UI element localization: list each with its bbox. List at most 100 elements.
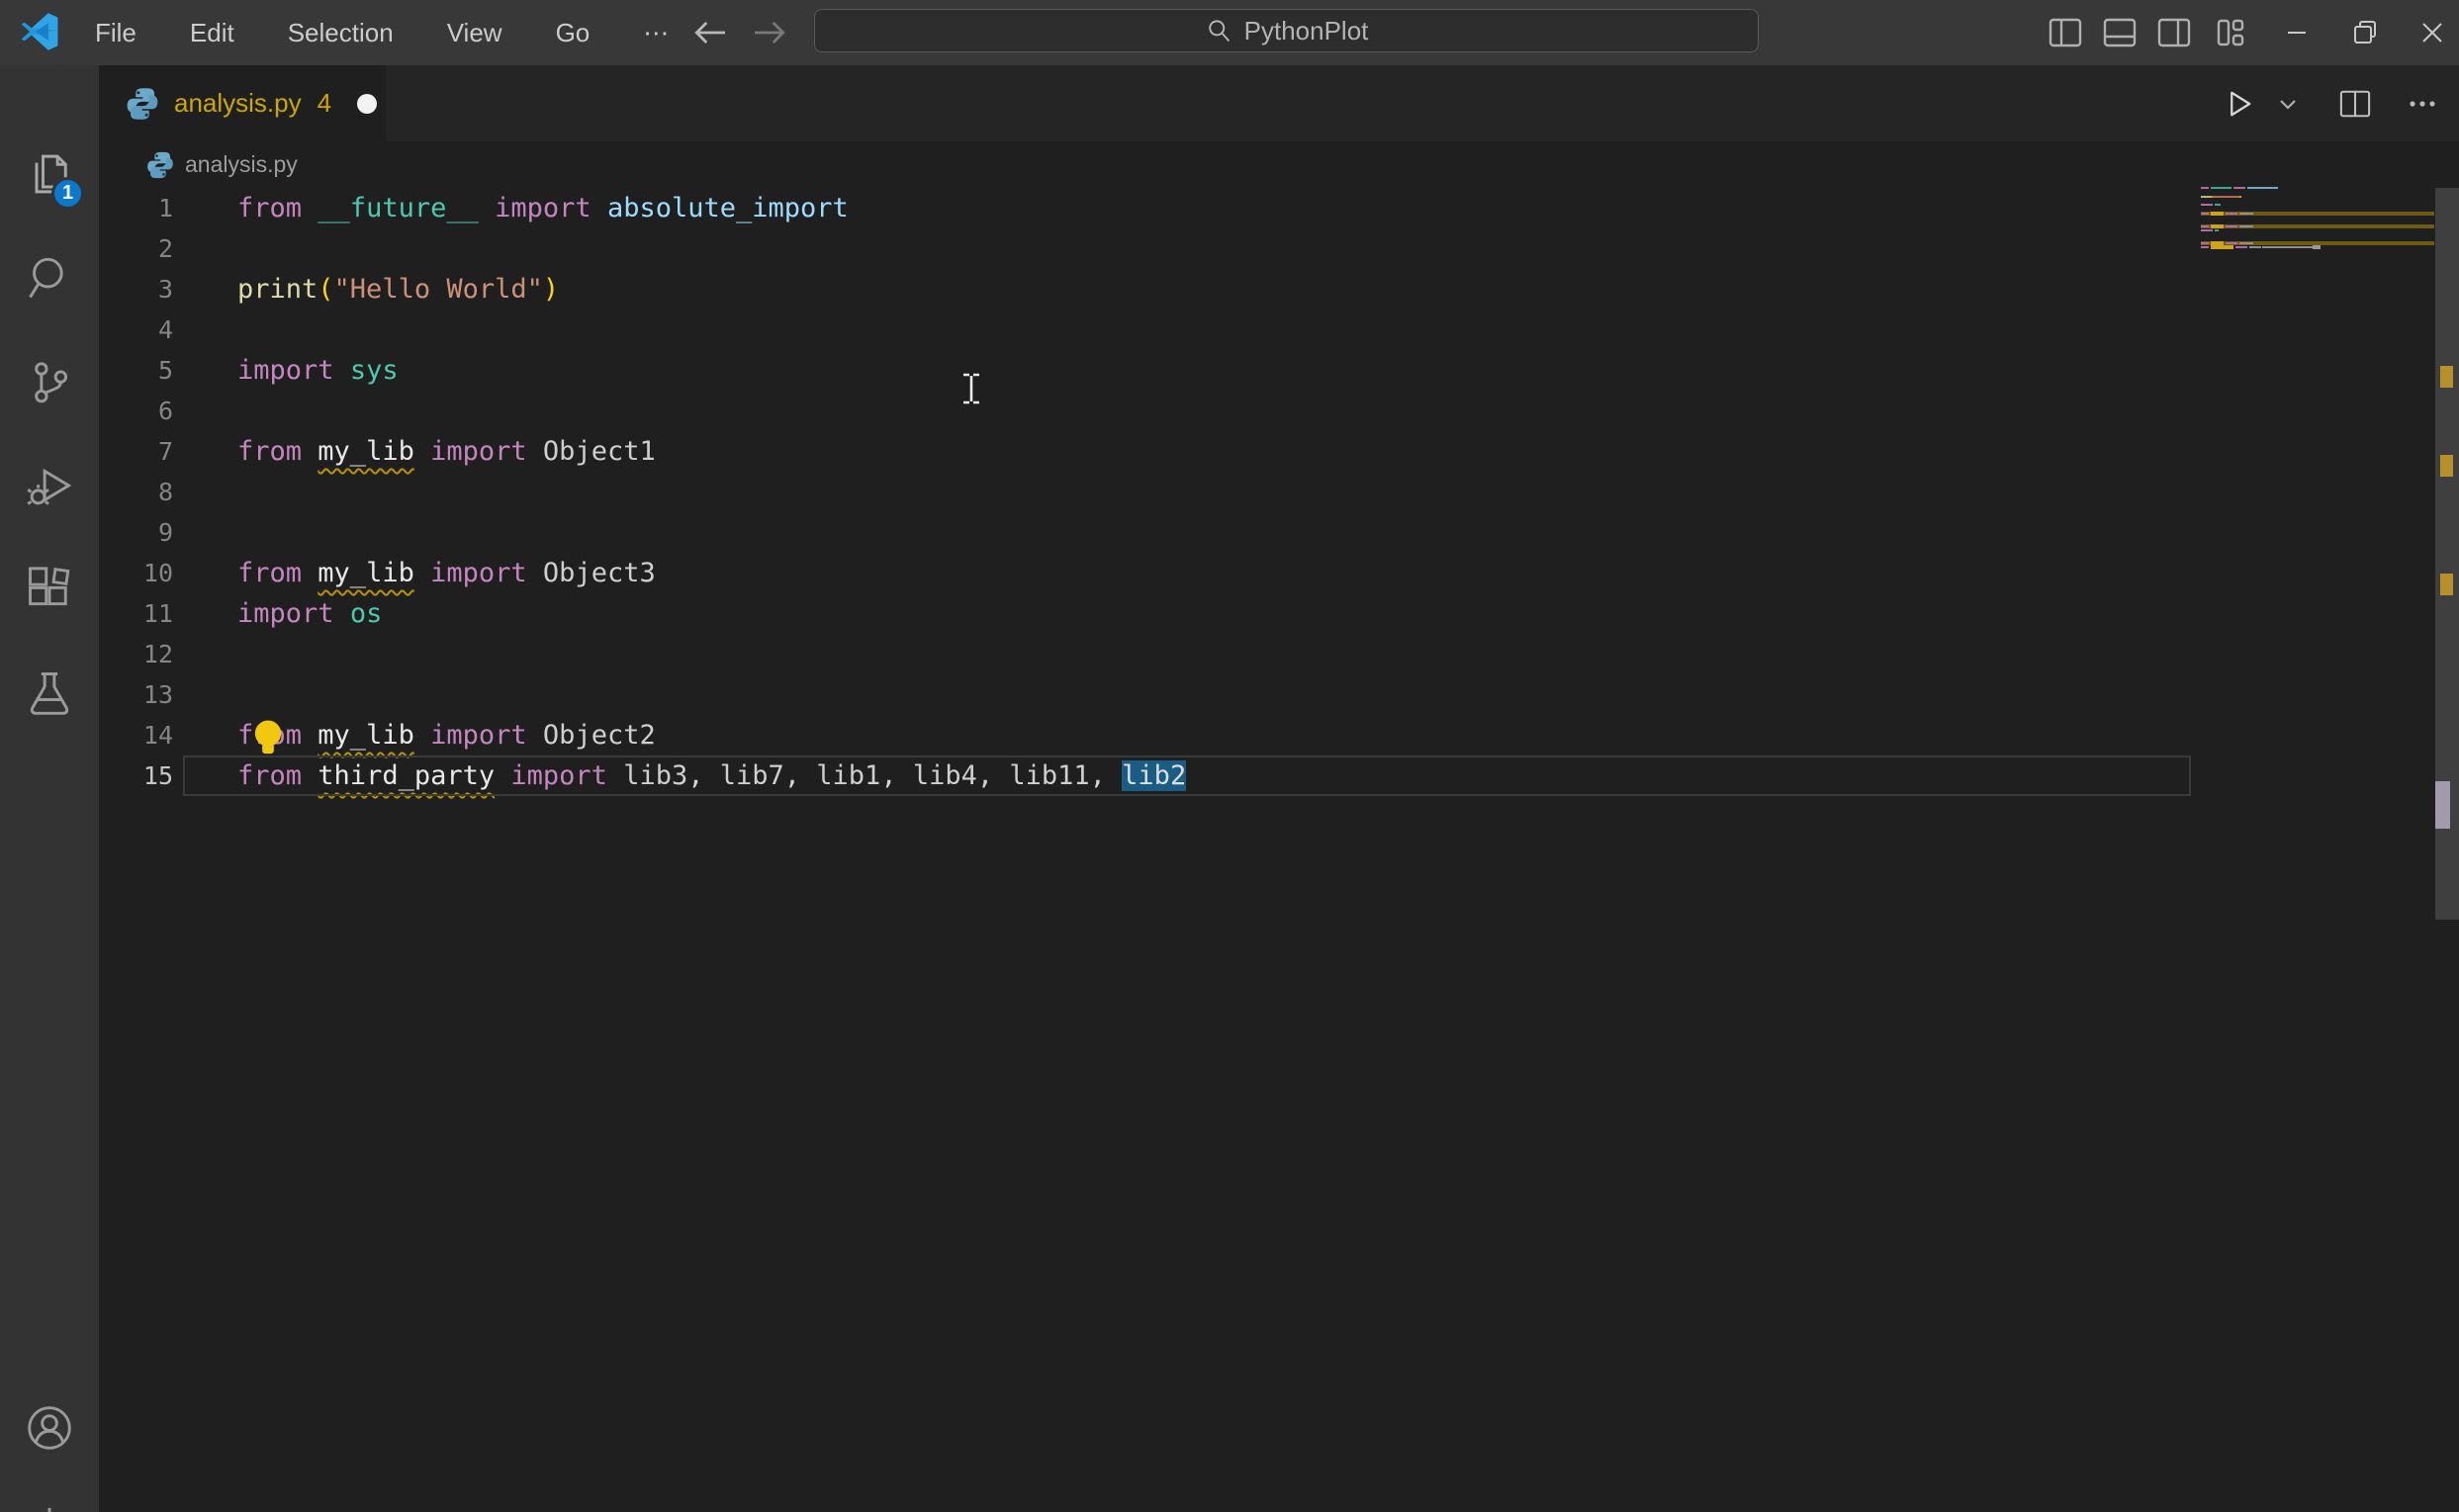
layout-sidebar-right-icon [2157, 18, 2191, 47]
minimap-line [2201, 225, 2209, 227]
run-icon [2221, 86, 2256, 122]
explorer-badge: 1 [51, 177, 84, 210]
more-actions-icon [2407, 88, 2438, 120]
minimap-line [2211, 187, 2231, 189]
minimap-line [2201, 204, 2213, 206]
run-dropdown-button[interactable] [2267, 83, 2309, 125]
split-editor-icon [2339, 89, 2371, 119]
nav-forward-button[interactable] [747, 10, 792, 55]
sidebar-item-extensions[interactable] [0, 545, 99, 634]
code-line[interactable]: 4 [99, 310, 2459, 350]
sidebar-item-settings[interactable] [0, 1484, 99, 1512]
toggle-secondary-sidebar-button[interactable] [2149, 8, 2199, 57]
breadcrumb[interactable]: analysis.py [99, 141, 2459, 188]
sidebar-item-search[interactable] [0, 233, 99, 322]
minimap-line [2211, 245, 2233, 249]
ruler-selection-mark [2435, 781, 2450, 829]
scrollbar[interactable] [2435, 0, 2459, 1512]
testing-beaker-icon [24, 667, 75, 719]
code-line[interactable]: 5import sys [99, 350, 2459, 391]
run-debug-icon [24, 460, 75, 511]
line-number: 11 [99, 593, 173, 634]
minimap[interactable] [2201, 186, 2434, 305]
layout-sidebar-left-icon [2049, 18, 2082, 47]
code-line[interactable]: 8 [99, 472, 2459, 512]
minimap-line [2286, 246, 2294, 248]
code-line[interactable]: 12 [99, 634, 2459, 674]
menu-go[interactable]: Go [548, 12, 598, 54]
sidebar-item-account[interactable] [0, 1383, 99, 1472]
minimap-line [2262, 246, 2270, 248]
python-file-icon [125, 86, 160, 122]
code-line[interactable]: 11import os [99, 593, 2459, 634]
search-icon [24, 252, 75, 304]
layout-grid-icon [2215, 17, 2246, 48]
minimap-line [2249, 246, 2257, 248]
ruler-warning-mark [2440, 574, 2453, 595]
minimap-line [2201, 196, 2211, 198]
account-icon [24, 1402, 75, 1454]
editor-actions [2218, 65, 2443, 141]
menu-edit[interactable]: Edit [182, 12, 242, 54]
split-editor-button[interactable] [2334, 83, 2376, 125]
line-number: 9 [99, 512, 173, 553]
minimap-line [2201, 242, 2209, 244]
run-button[interactable] [2218, 83, 2259, 125]
breadcrumb-filename: analysis.py [185, 151, 298, 178]
code-area[interactable]: 1from __future__ import absolute_import2… [99, 188, 2459, 796]
tab-filename: analysis.py [174, 88, 302, 119]
tab-modified-dot[interactable] [357, 94, 377, 114]
lightbulb-quickfix[interactable] [250, 719, 286, 756]
minimize-icon [2283, 19, 2311, 46]
sidebar-item-explorer[interactable]: 1 [0, 130, 99, 219]
code-line[interactable]: 6 [99, 391, 2459, 431]
line-number: 12 [99, 634, 173, 674]
sidebar-item-source-control[interactable] [0, 337, 99, 426]
minimize-button[interactable] [2272, 8, 2322, 57]
toggle-panel-button[interactable] [2095, 8, 2144, 57]
code-line[interactable]: 3print("Hello World") [99, 269, 2459, 310]
sidebar-item-run-debug[interactable] [0, 441, 99, 530]
tab-analysis-py[interactable]: analysis.py 4 [99, 65, 386, 141]
minimap-line [2215, 229, 2219, 231]
code-line[interactable]: 14from my_lib import Object2 [99, 715, 2459, 756]
line-number: 6 [99, 391, 173, 431]
toggle-sidebar-button[interactable] [2041, 8, 2090, 57]
minimap-line [2201, 229, 2213, 231]
code-line[interactable]: 9 [99, 512, 2459, 553]
source-control-icon [24, 356, 75, 407]
sidebar-item-testing[interactable] [0, 649, 99, 738]
code-line[interactable]: 1from __future__ import absolute_import [99, 188, 2459, 228]
code-line[interactable]: 2 [99, 228, 2459, 269]
minimap-line [2201, 246, 2209, 248]
menu-view[interactable]: View [439, 12, 510, 54]
line-number: 5 [99, 350, 173, 391]
command-center-search[interactable]: PythonPlot [814, 9, 1759, 52]
line-number: 13 [99, 674, 173, 715]
minimap-line [2239, 242, 2253, 244]
arrow-left-icon [690, 13, 730, 52]
code-line[interactable]: 7from my_lib import Object1 [99, 431, 2459, 472]
menu-more[interactable]: ⋯ [635, 12, 677, 54]
vscode-window: File Edit Selection View Go ⋯ PythonPlot [0, 0, 2459, 1512]
minimap-line [2215, 204, 2221, 206]
minimap-line [2274, 246, 2282, 248]
restore-button[interactable] [2340, 8, 2390, 57]
search-icon [1205, 17, 1232, 44]
minimap-line [2226, 225, 2237, 227]
menu-file[interactable]: File [87, 12, 144, 54]
lightbulb-icon [250, 719, 286, 756]
code-line[interactable]: 15from third_party import lib3, lib7, li… [99, 756, 2459, 796]
customize-layout-button[interactable] [2206, 8, 2255, 57]
menu-selection[interactable]: Selection [280, 12, 402, 54]
code-line[interactable]: 13 [99, 674, 2459, 715]
code-line[interactable]: 10from my_lib import Object3 [99, 553, 2459, 593]
restore-icon [2351, 19, 2379, 46]
minimap-line [2226, 242, 2237, 244]
layout-panel-icon [2103, 18, 2137, 47]
command-center-label: PythonPlot [1244, 16, 1369, 46]
arrow-right-icon [750, 13, 789, 52]
minimap-line [2239, 196, 2241, 198]
nav-back-button[interactable] [687, 10, 733, 55]
minimap-line [2226, 213, 2237, 215]
